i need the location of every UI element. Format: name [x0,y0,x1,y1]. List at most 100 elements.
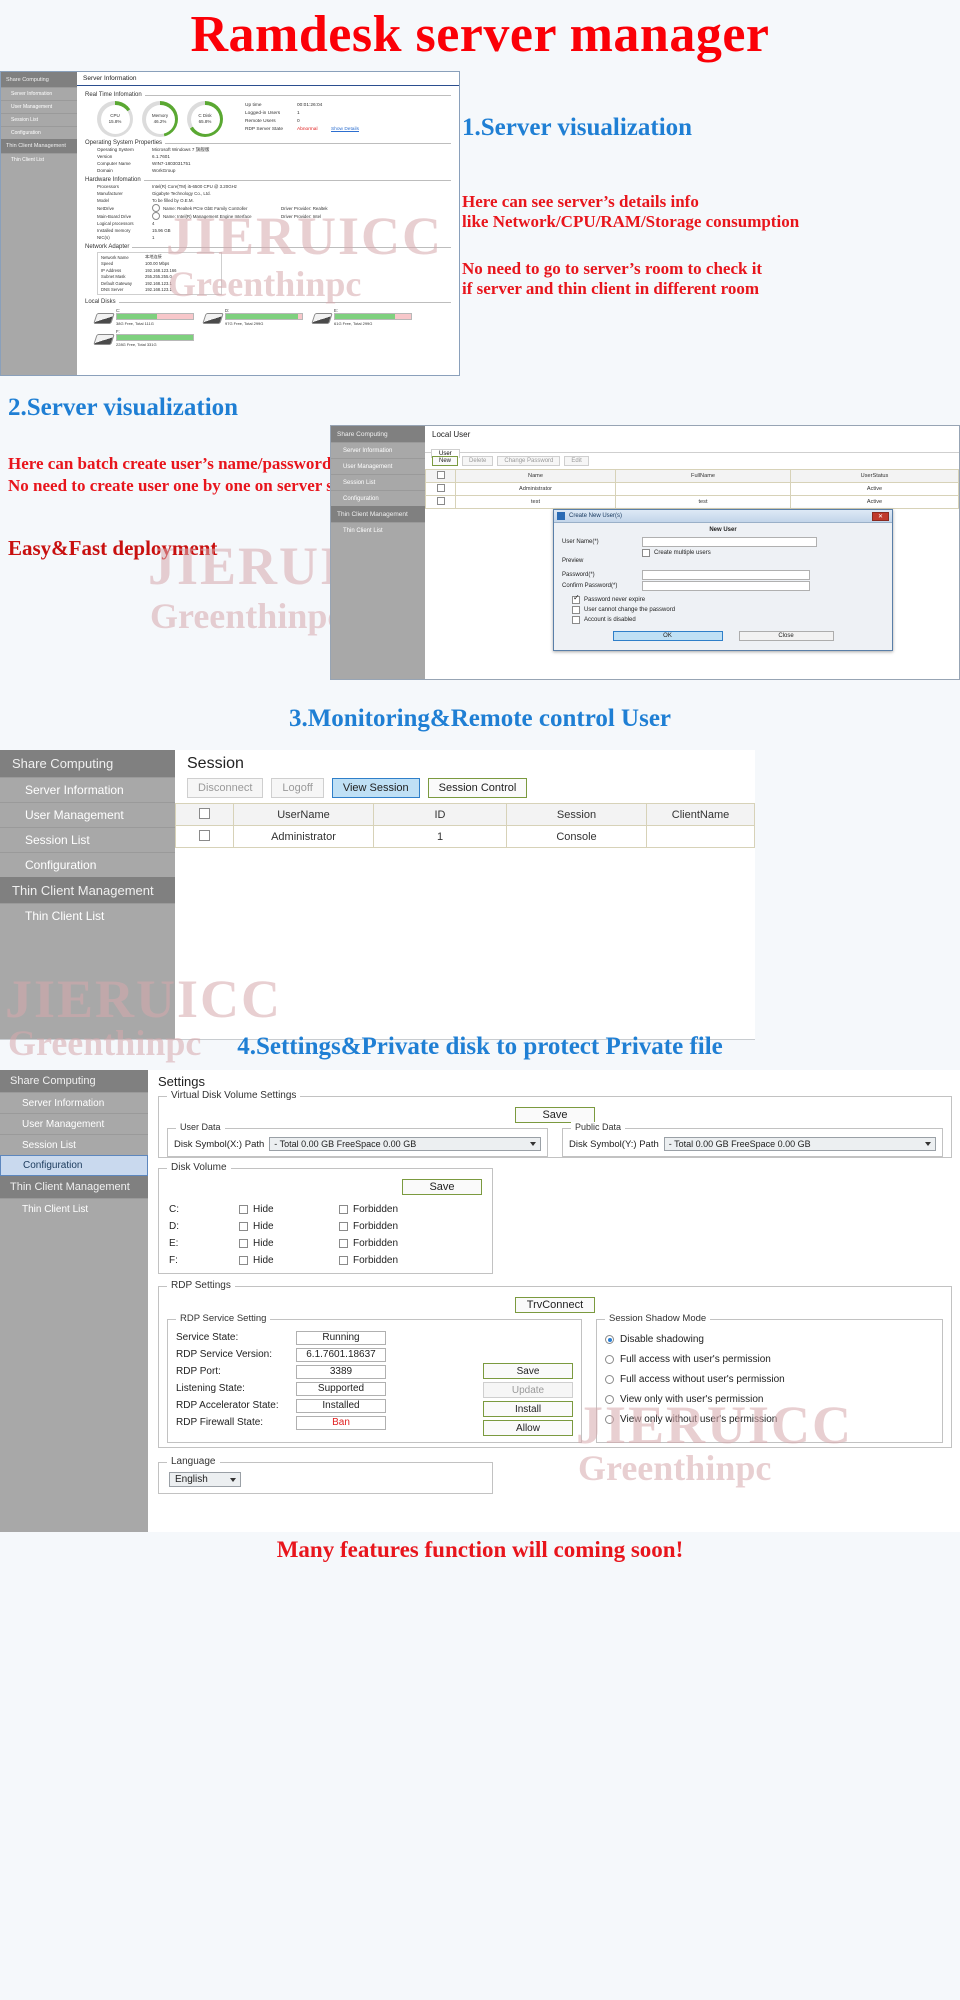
language-combo[interactable]: English [169,1472,241,1487]
select-all-header[interactable] [175,803,234,826]
sidebar-item-user-management[interactable]: User Management [0,802,175,827]
radio-icon[interactable] [605,1354,614,1364]
option-password-never-expire[interactable]: Password never expire [572,593,884,605]
shadow-option-view-with-permission[interactable]: View only with user's permission [605,1389,934,1409]
radio-icon[interactable] [605,1334,614,1344]
checkbox-icon[interactable] [572,606,580,614]
hardware-rows: Processors Intel(R) Core(TM) i5-6500 CPU… [97,183,451,241]
shadow-option-full-with-permission[interactable]: Full access with user's permission [605,1349,934,1369]
option-account-disabled[interactable]: Account is disabled [572,615,884,625]
sidebar-item-server-information[interactable]: Server Information [0,1092,148,1113]
sidebar-item-session-list[interactable]: Session List [1,113,77,126]
checkbox-icon[interactable] [239,1222,248,1231]
checkbox-icon[interactable] [199,807,210,819]
shadow-option-view-without-permission[interactable]: View only without user's permission [605,1409,934,1429]
password-input[interactable] [642,569,810,580]
checkbox-icon[interactable] [199,829,210,841]
sidebar-item-user-management[interactable]: User Management [0,1113,148,1134]
row-checkbox-cell[interactable] [425,482,456,496]
username-input[interactable] [642,536,817,547]
user-data-path-combo[interactable]: - Total 0.00 GB FreeSpace 0.00 GB [269,1137,541,1151]
delete-user-button[interactable]: Delete [462,456,494,466]
table-row[interactable]: test test Active [425,495,959,509]
sidebar-item-configuration[interactable]: Configuration [0,1155,148,1176]
edit-user-button[interactable]: Edit [564,456,589,466]
disconnect-button[interactable]: Disconnect [187,778,264,798]
change-password-button[interactable]: Change Password [497,456,561,466]
checkbox-icon[interactable] [239,1256,248,1265]
sidebar-item-server-information[interactable]: Server Information [331,442,425,458]
row-label: Processors [97,184,119,189]
checkbox-icon[interactable] [339,1256,348,1265]
forbidden-toggle-e[interactable]: Forbidden [339,1238,398,1249]
checkbox-icon[interactable] [572,593,580,604]
rdp-install-button[interactable]: Install [483,1401,573,1417]
logoff-button[interactable]: Logoff [271,778,324,798]
checkbox-icon[interactable] [436,484,445,492]
session-shadow-legend: Session Shadow Mode [605,1313,711,1324]
sidebar-item-user-management[interactable]: User Management [331,458,425,474]
row-checkbox-cell[interactable] [425,495,456,509]
sidebar-item-thin-client-list[interactable]: Thin Client List [0,903,175,928]
forbidden-toggle-f[interactable]: Forbidden [339,1255,398,1266]
hide-toggle-e[interactable]: Hide [239,1238,339,1249]
sidebar-item-session-list[interactable]: Session List [331,474,425,490]
session-shadow-group: Session Shadow Mode Disable shadowing Fu… [596,1313,943,1443]
chevron-down-icon[interactable] [152,212,160,220]
hide-toggle-d[interactable]: Hide [239,1221,339,1232]
confirm-password-input[interactable] [642,580,810,591]
sidebar-item-configuration[interactable]: Configuration [331,490,425,506]
checkbox-icon[interactable] [239,1239,248,1248]
radio-icon[interactable] [605,1394,614,1404]
hide-toggle-c[interactable]: Hide [239,1204,339,1215]
shadow-option-disable[interactable]: Disable shadowing [605,1329,934,1349]
chevron-down-icon[interactable] [152,204,160,212]
sidebar-item-thin-client-list[interactable]: Thin Client List [1,153,77,166]
close-button[interactable]: Close [738,631,834,641]
checkbox-icon[interactable] [339,1239,348,1248]
new-user-button[interactable]: New [432,456,459,466]
table-row[interactable]: Administrator Active [425,482,959,496]
checkbox-icon[interactable] [239,1205,248,1214]
sidebar-item-thin-client-list[interactable]: Thin Client List [0,1198,148,1219]
checkbox-icon[interactable] [436,471,445,479]
disk-volume-save-button[interactable]: Save [402,1179,482,1195]
forbidden-toggle-d[interactable]: Forbidden [339,1221,398,1232]
sidebar-item-session-list[interactable]: Session List [0,1134,148,1155]
forbidden-toggle-c[interactable]: Forbidden [339,1204,398,1215]
public-data-path-combo[interactable]: - Total 0.00 GB FreeSpace 0.00 GB [663,1137,936,1151]
rdp-update-button[interactable]: Update [483,1382,573,1398]
close-icon[interactable]: ✕ [871,511,889,521]
rdp-allow-button[interactable]: Allow [483,1420,573,1436]
sidebar-item-configuration[interactable]: Configuration [0,852,175,877]
radio-icon[interactable] [605,1414,614,1424]
hide-toggle-f[interactable]: Hide [239,1255,339,1266]
sidebar-item-thin-client-list[interactable]: Thin Client List [331,522,425,538]
show-details-link[interactable]: Show Details [331,127,359,132]
sidebar-item-label: Configuration [25,858,97,872]
sidebar-item-session-list[interactable]: Session List [0,827,175,852]
virtual-disk-save-button[interactable]: Save [515,1107,595,1123]
ok-button[interactable]: OK [612,631,723,641]
session-control-button[interactable]: Session Control [427,778,528,798]
checkbox-icon[interactable] [572,616,580,624]
select-all-header[interactable] [425,469,456,483]
table-row[interactable]: Administrator 1 Console [175,825,755,848]
checkbox-icon[interactable] [642,548,650,557]
radio-icon[interactable] [605,1374,614,1384]
view-session-button[interactable]: View Session [331,778,420,798]
shadow-option-full-without-permission[interactable]: Full access without user's permission [605,1369,934,1389]
checkbox-icon[interactable] [339,1205,348,1214]
sidebar-item-server-information[interactable]: Server Information [1,87,77,100]
row-checkbox-cell[interactable] [175,825,234,848]
checkbox-icon[interactable] [436,497,445,505]
network-legend: Network Adapter [85,244,130,250]
trvconnect-button[interactable]: TrvConnect [515,1297,595,1313]
sidebar-item-configuration[interactable]: Configuration [1,126,77,139]
sidebar-item-server-information[interactable]: Server Information [0,777,175,802]
rdp-port-value[interactable]: 3389 [296,1364,386,1379]
option-user-cannot-change-password[interactable]: User cannot change the password [572,605,884,615]
sidebar-item-user-management[interactable]: User Management [1,100,77,113]
checkbox-icon[interactable] [339,1222,348,1231]
rdp-save-button[interactable]: Save [483,1363,573,1379]
